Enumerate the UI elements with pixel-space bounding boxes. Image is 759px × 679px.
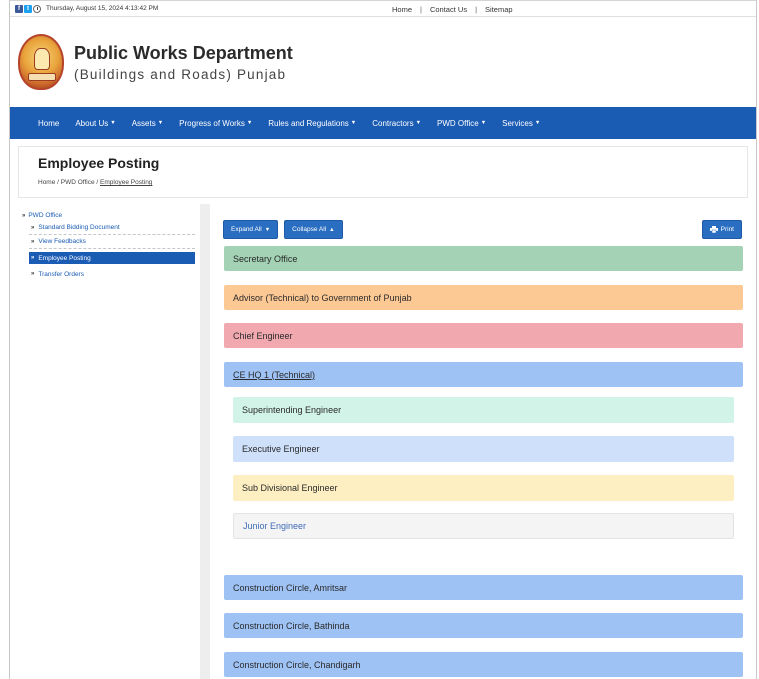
current-datetime: Thursday, August 15, 2024 4:13:42 PM: [46, 5, 159, 12]
print-button[interactable]: Print: [701, 220, 742, 239]
nav-label: About Us: [75, 118, 109, 128]
accordion-construction-circle-amritsar[interactable]: Construction Circle, Amritsar: [224, 575, 743, 600]
sidebar-list: » Standard Bidding Document » View Feedb…: [29, 221, 195, 281]
caret-down-icon: ▼: [110, 120, 116, 126]
accordion-construction-circle-bathinda[interactable]: Construction Circle, Bathinda: [224, 613, 743, 638]
top-link-sitemap[interactable]: Sitemap: [485, 5, 513, 14]
sidebar-root-label: PWD Office: [28, 212, 63, 219]
accordion-junior-engineer[interactable]: Junior Engineer: [233, 513, 734, 539]
double-chevron-right-icon: »: [22, 212, 26, 219]
sidebar: » PWD Office » Standard Bidding Document…: [18, 204, 200, 679]
social-icons: f t: [15, 4, 41, 13]
page-title: Employee Posting: [38, 155, 160, 171]
nav-label: PWD Office: [437, 118, 479, 128]
caret-down-icon: ▼: [534, 120, 541, 126]
main-panel: Expand All ▼ Collapse All ▲ Print Secret…: [210, 204, 750, 679]
caret-down-icon: ▼: [264, 226, 271, 233]
sidebar-item-transfer-orders[interactable]: » Transfer Orders: [29, 267, 195, 281]
top-links: Home | Contact Us | Sitemap: [392, 1, 513, 17]
collapse-all-label: Collapse All: [292, 226, 327, 233]
collapse-all-button[interactable]: Collapse All ▲: [284, 220, 343, 239]
breadcrumb-home[interactable]: Home: [38, 179, 55, 186]
accordion-construction-circle-chandigarh[interactable]: Construction Circle, Chandigarh: [224, 652, 743, 677]
sidebar-item-view-feedbacks[interactable]: » View Feedbacks: [29, 235, 195, 249]
accordion-advisor-technical[interactable]: Advisor (Technical) to Government of Pun…: [224, 285, 743, 310]
nav-label: Rules and Regulations: [268, 118, 349, 128]
nav-pwd-office[interactable]: PWD Office ▼: [437, 119, 486, 128]
twitter-icon[interactable]: t: [24, 4, 32, 13]
accordion-ce-hq-1-technical[interactable]: CE HQ 1 (Technical): [224, 362, 743, 387]
caret-down-icon: ▼: [157, 120, 164, 126]
nav-home[interactable]: Home: [38, 119, 59, 128]
accordion-toolbar: Expand All ▼ Collapse All ▲: [223, 220, 343, 239]
expand-all-label: Expand All: [231, 226, 262, 233]
nav-assets[interactable]: Assets ▼: [132, 119, 163, 128]
top-bar: f t Thursday, August 15, 2024 4:13:42 PM…: [10, 1, 756, 17]
double-chevron-right-icon: »: [31, 255, 35, 261]
page-frame: f t Thursday, August 15, 2024 4:13:42 PM…: [9, 0, 757, 679]
expand-all-button[interactable]: Expand All ▼: [223, 220, 279, 239]
page-heading-panel: Employee Posting Home / PWD Office / Emp…: [18, 146, 748, 198]
top-link-contact-us[interactable]: Contact Us: [430, 5, 467, 14]
punjab-emblem-logo[interactable]: [18, 34, 64, 90]
sidebar-item-label: Employee Posting: [38, 254, 91, 262]
accordion-chief-engineer[interactable]: Chief Engineer: [224, 323, 743, 348]
nav-label: Progress of Works: [179, 118, 245, 128]
nav-label: Home: [38, 118, 60, 128]
double-chevron-right-icon: »: [31, 271, 35, 277]
caret-down-icon: ▼: [246, 120, 253, 126]
facebook-icon[interactable]: f: [15, 4, 23, 13]
breadcrumb-current[interactable]: Employee Posting: [100, 179, 152, 186]
sidebar-item-label: View Feedbacks: [38, 238, 86, 245]
nav-about-us[interactable]: About Us ▼: [75, 119, 115, 128]
nav-contractors[interactable]: Contractors ▼: [372, 119, 421, 128]
accordion-sub-divisional-engineer[interactable]: Sub Divisional Engineer: [233, 475, 734, 501]
nav-label: Contractors: [372, 118, 414, 128]
caret-down-icon: ▼: [350, 120, 357, 126]
main-nav: Home About Us ▼ Assets ▼ Progress of Works…: [10, 107, 756, 139]
accordion-label: CE HQ 1 (Technical): [233, 369, 316, 380]
site-title[interactable]: Public Works Department: [74, 43, 293, 64]
nav-services[interactable]: Services ▼: [502, 119, 540, 128]
accordion-executive-engineer[interactable]: Executive Engineer: [233, 436, 734, 462]
site-subtitle: (Buildings and Roads) Punjab: [74, 66, 287, 82]
nav-label: Services: [502, 118, 533, 128]
double-chevron-right-icon: »: [31, 224, 35, 231]
nav-rules-and-regulations[interactable]: Rules and Regulations ▼: [268, 119, 356, 128]
sidebar-item-label: Standard Bidding Document: [38, 224, 120, 231]
sidebar-item-standard-bidding-document[interactable]: » Standard Bidding Document: [29, 221, 195, 235]
print-label: Print: [720, 226, 734, 233]
nav-progress-of-works[interactable]: Progress of Works ▼: [179, 119, 252, 128]
breadcrumb-pwd-office[interactable]: PWD Office: [61, 179, 95, 186]
site-header: Public Works Department (Buildings and R…: [10, 17, 756, 107]
sidebar-root-pwd-office[interactable]: » PWD Office: [22, 212, 200, 219]
accordion-secretary-office[interactable]: Secretary Office: [224, 246, 743, 271]
caret-up-icon: ▲: [329, 226, 335, 233]
clock-icon: [33, 4, 41, 13]
brand-text: Public Works Department (Buildings and R…: [74, 43, 293, 82]
top-link-separator: |: [420, 4, 422, 14]
sidebar-item-label: Transfer Orders: [38, 270, 84, 278]
caret-down-icon: ▼: [480, 120, 487, 126]
breadcrumb: Home / PWD Office / Employee Posting: [38, 179, 747, 186]
caret-down-icon: ▼: [415, 120, 422, 126]
content-area: » PWD Office » Standard Bidding Document…: [18, 204, 750, 679]
top-link-separator: |: [475, 4, 478, 14]
double-chevron-right-icon: »: [31, 238, 35, 245]
sidebar-item-employee-posting[interactable]: » Employee Posting: [29, 252, 195, 264]
accordion-superintending-engineer[interactable]: Superintending Engineer: [233, 397, 734, 423]
printer-icon: [709, 226, 718, 233]
nav-label: Assets: [131, 118, 156, 128]
top-link-home[interactable]: Home: [392, 5, 412, 14]
